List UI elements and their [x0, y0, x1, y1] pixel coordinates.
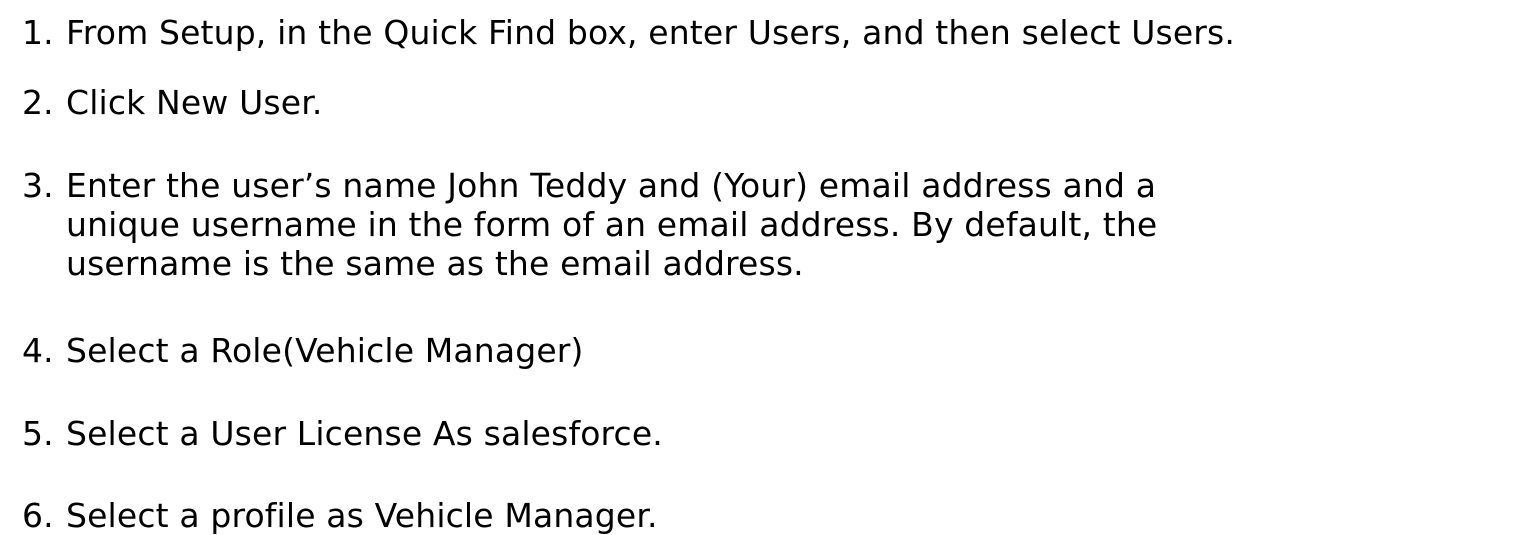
step-number: 6. — [22, 496, 54, 535]
step-number: 1. — [22, 13, 54, 52]
step-text: Select a Role(Vehicle Manager) — [66, 331, 1522, 370]
step-text-line: unique username in the form of an email … — [66, 205, 1158, 244]
step-number: 5. — [22, 414, 54, 453]
step-number: 2. — [22, 83, 54, 122]
step-text-line: Select a profile as Vehicle Manager. — [66, 496, 658, 535]
step-2: 2. Click New User. — [22, 83, 1522, 122]
step-text-line: Click New User. — [66, 83, 323, 122]
step-number: 4. — [22, 331, 54, 370]
step-text-line: Select a User License As salesforce. — [66, 414, 663, 453]
step-text-line: Enter the user’s name John Teddy and (Yo… — [66, 166, 1157, 205]
step-text: Enter the user’s name John Teddy and (Yo… — [66, 166, 1522, 283]
step-text-line: username is the same as the email addres… — [66, 244, 804, 283]
step-text: From Setup, in the Quick Find box, enter… — [66, 13, 1522, 52]
step-number: 3. — [22, 166, 54, 205]
step-text-line: From Setup, in the Quick Find box, enter… — [66, 13, 1236, 52]
step-text-line: Select a Role(Vehicle Manager) — [66, 331, 584, 370]
step-4: 4. Select a Role(Vehicle Manager) — [22, 331, 1522, 370]
step-3: 3. Enter the user’s name John Teddy and … — [22, 166, 1522, 283]
step-text: Select a profile as Vehicle Manager. — [66, 496, 1522, 535]
step-text: Select a User License As salesforce. — [66, 414, 1522, 453]
step-1: 1. From Setup, in the Quick Find box, en… — [22, 13, 1522, 52]
step-6: 6. Select a profile as Vehicle Manager. — [22, 496, 1522, 535]
step-5: 5. Select a User License As salesforce. — [22, 414, 1522, 453]
step-text: Click New User. — [66, 83, 1522, 122]
